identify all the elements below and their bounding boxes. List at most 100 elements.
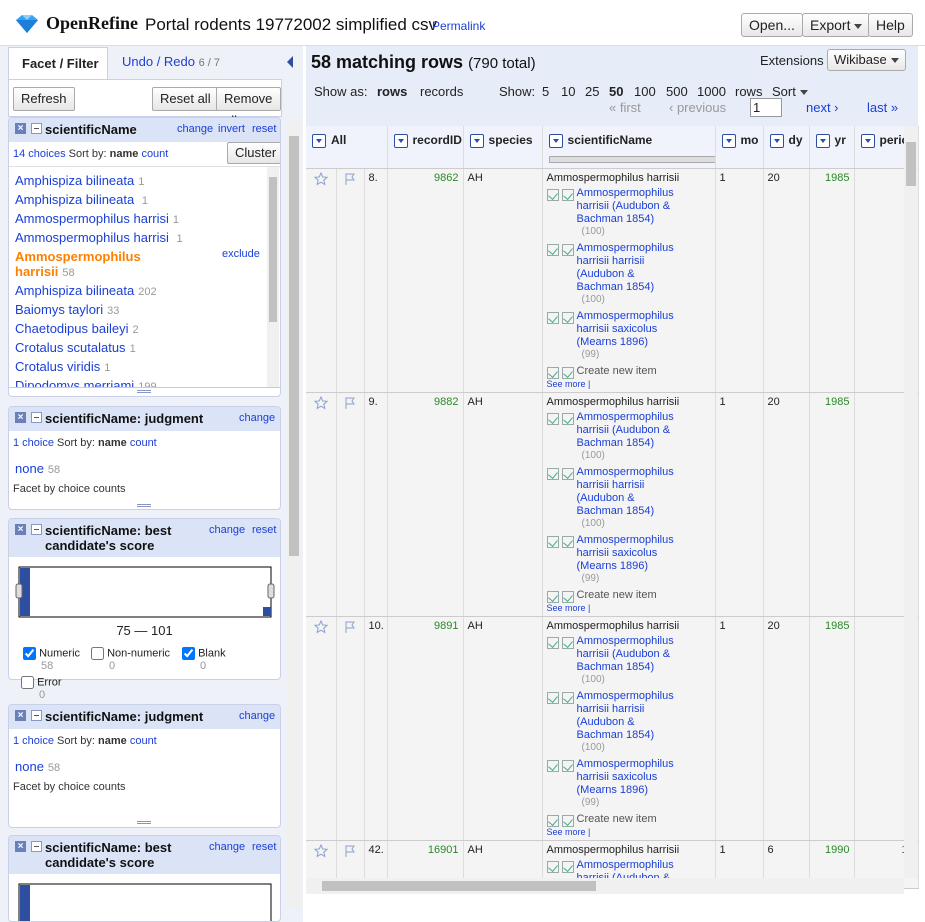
sort-by-name[interactable]: name: [110, 148, 139, 160]
page-size-25[interactable]: 25: [585, 84, 599, 99]
reset-all-button[interactable]: Reset all: [152, 87, 219, 111]
scientific-name-cell[interactable]: Ammospermophilus harrisii Ammospermophilu…: [542, 392, 716, 617]
see-more-link[interactable]: See more |: [547, 603, 711, 613]
minimize-facet-icon[interactable]: [31, 841, 42, 852]
candidate-item[interactable]: Ammospermophilus harrisii saxicolus (Mea…: [546, 310, 711, 349]
month-cell[interactable]: 1: [715, 168, 764, 393]
facet-choice[interactable]: Crotalus viridis 1: [15, 359, 110, 374]
last-page-link[interactable]: last »: [867, 100, 898, 115]
match-this-icon[interactable]: [546, 759, 559, 772]
remove-all-button[interactable]: Remove all: [216, 87, 281, 128]
day-cell[interactable]: 20: [763, 392, 810, 617]
record-id-cell[interactable]: 9882: [387, 392, 464, 617]
numeric-option[interactable]: Numeric 58: [23, 647, 80, 672]
star-icon[interactable]: [313, 843, 328, 858]
help-button[interactable]: Help: [868, 13, 913, 37]
year-cell[interactable]: 1985: [809, 392, 855, 617]
species-cell[interactable]: AH: [463, 168, 543, 393]
sort-by-count[interactable]: count: [141, 148, 168, 160]
resize-grip[interactable]: [137, 821, 151, 824]
minimize-facet-icon[interactable]: [31, 123, 42, 134]
choice-name[interactable]: Dipodomys merriami: [15, 378, 134, 387]
choice-name[interactable]: Ammospermophilus harrisii: [15, 249, 141, 279]
star-icon[interactable]: [313, 395, 328, 410]
choice-name[interactable]: none: [15, 461, 44, 476]
cluster-button[interactable]: Cluster: [227, 142, 280, 164]
create-all-icon[interactable]: [561, 814, 574, 827]
candidate-link[interactable]: Ammospermophilus harrisii (Audubon & Bac…: [577, 635, 681, 674]
flag-cell[interactable]: [336, 392, 365, 617]
page-size-1000[interactable]: 1000: [697, 84, 726, 99]
previous-page-link[interactable]: ‹ previous: [669, 100, 726, 115]
scientific-name-cell[interactable]: Ammospermophilus harrisii Ammospermophilu…: [542, 168, 716, 393]
match-this-icon[interactable]: [546, 243, 559, 256]
facet-by-counts-link[interactable]: Facet by choice counts: [13, 483, 126, 495]
choice-name[interactable]: Amphispiza bilineata: [15, 192, 138, 207]
wikibase-menu[interactable]: Wikibase: [827, 49, 906, 71]
facet-change-link[interactable]: change: [209, 524, 245, 536]
score-histogram[interactable]: [15, 882, 277, 922]
first-page-link[interactable]: « first: [609, 100, 641, 115]
match-this-icon[interactable]: [546, 412, 559, 425]
page-size-500[interactable]: 500: [666, 84, 688, 99]
page-size-100[interactable]: 100: [634, 84, 656, 99]
export-button[interactable]: Export: [802, 13, 871, 37]
create-new-item[interactable]: Create new item: [546, 365, 711, 379]
facet-choice[interactable]: Amphispiza bilineata 1: [15, 173, 144, 188]
column-header-yr[interactable]: yr: [809, 126, 855, 169]
close-facet-icon[interactable]: ×: [15, 710, 26, 721]
error-option[interactable]: Error 0: [21, 676, 81, 701]
candidate-link[interactable]: Ammospermophilus harrisii harrisii (Audu…: [577, 242, 681, 294]
left-panel-scrollbar[interactable]: [287, 118, 301, 908]
create-this-icon[interactable]: [546, 366, 559, 379]
candidate-link[interactable]: Ammospermophilus harrisii saxicolus (Mea…: [577, 310, 681, 349]
match-this-icon[interactable]: [546, 188, 559, 201]
match-this-icon[interactable]: [546, 860, 559, 873]
flag-icon[interactable]: [343, 172, 357, 186]
month-cell[interactable]: 1: [715, 392, 764, 617]
candidate-link[interactable]: Ammospermophilus harrisii harrisii (Audu…: [577, 466, 681, 518]
choices-count-link[interactable]: 1 choice: [13, 735, 54, 747]
minimize-facet-icon[interactable]: [31, 710, 42, 721]
match-all-icon[interactable]: [561, 860, 574, 873]
page-size-50[interactable]: 50: [609, 84, 623, 99]
choice-name[interactable]: Chaetodipus baileyi: [15, 321, 128, 336]
match-all-icon[interactable]: [561, 243, 574, 256]
sort-by-count[interactable]: count: [130, 437, 157, 449]
choice-name[interactable]: Amphispiza bilineata: [15, 283, 134, 298]
column-header-scientificname[interactable]: scientificName: [542, 126, 716, 169]
candidate-link[interactable]: Ammospermophilus harrisii (Audubon & Bac…: [577, 411, 681, 450]
choice-name[interactable]: Ammospermophilus harrisi: [15, 230, 173, 245]
blank-checkbox[interactable]: [182, 647, 195, 660]
next-page-link[interactable]: next ›: [806, 100, 839, 115]
facet-reset-link[interactable]: reset: [252, 123, 276, 135]
facet-change-link[interactable]: change: [177, 123, 213, 135]
choice-name[interactable]: Crotalus viridis: [15, 359, 100, 374]
choices-count-link[interactable]: 1 choice: [13, 437, 54, 449]
close-facet-icon[interactable]: ×: [15, 841, 26, 852]
match-all-icon[interactable]: [561, 188, 574, 201]
match-this-icon[interactable]: [546, 535, 559, 548]
column-header-recordid[interactable]: recordID: [387, 126, 464, 169]
sort-by-name[interactable]: name: [98, 735, 127, 747]
candidate-item[interactable]: Ammospermophilus harrisii saxicolus (Mea…: [546, 758, 711, 797]
year-cell[interactable]: 1985: [809, 616, 855, 841]
facet-choice[interactable]: Ammospermophilus harrisi 1: [15, 230, 183, 245]
flag-icon[interactable]: [343, 844, 357, 858]
page-number-input[interactable]: 1: [750, 98, 782, 117]
rows-mode[interactable]: rows: [377, 84, 407, 99]
match-this-icon[interactable]: [546, 311, 559, 324]
candidate-item[interactable]: Ammospermophilus harrisii harrisii (Audu…: [546, 242, 711, 294]
column-menu-icon[interactable]: [860, 133, 875, 148]
blank-option[interactable]: Blank 0: [182, 647, 226, 672]
facet-choice[interactable]: Baiomys taylori 33: [15, 302, 119, 317]
facet-choice[interactable]: none 58: [15, 461, 60, 476]
column-header-species[interactable]: species: [463, 126, 543, 169]
star-icon[interactable]: [313, 619, 328, 634]
match-all-icon[interactable]: [561, 691, 574, 704]
tab-facet-filter[interactable]: Facet / Filter: [8, 47, 108, 79]
create-all-icon[interactable]: [561, 590, 574, 603]
match-this-icon[interactable]: [546, 636, 559, 649]
candidate-link[interactable]: Ammospermophilus harrisii (Audubon & Bac…: [577, 187, 681, 226]
facet-change-link[interactable]: change: [209, 841, 245, 853]
